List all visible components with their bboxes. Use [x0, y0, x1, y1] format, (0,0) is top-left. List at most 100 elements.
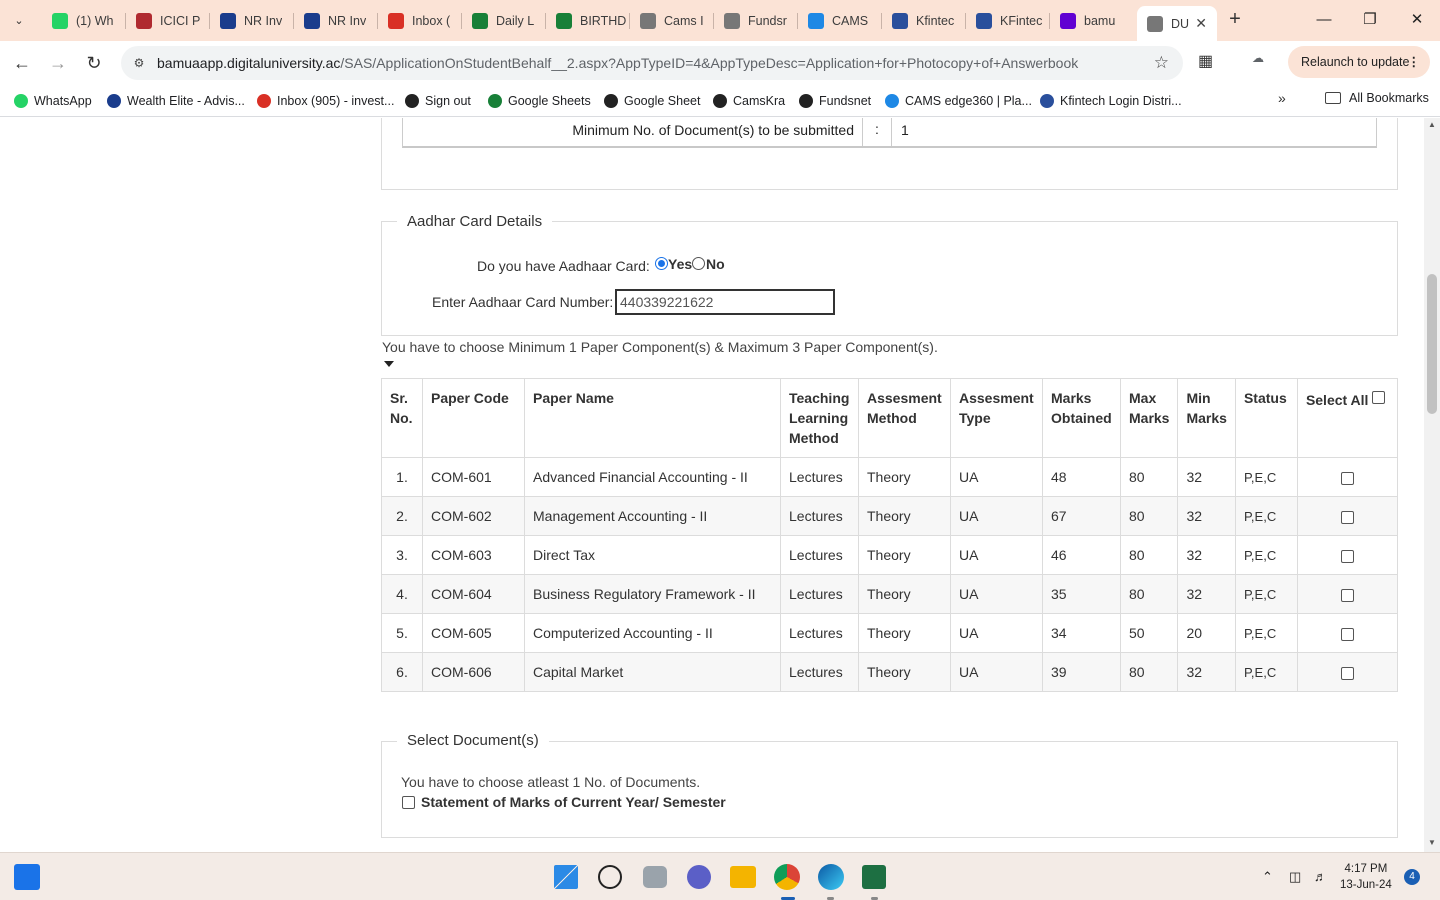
bookmark-item[interactable]: Wealth Elite - Advis...	[107, 91, 245, 111]
start-icon[interactable]	[554, 865, 578, 889]
cell-max: 80	[1119, 457, 1179, 497]
bookmark-item[interactable]: Google Sheet	[604, 91, 700, 111]
browser-tab[interactable]: Inbox (	[378, 6, 458, 35]
row-select-checkbox[interactable]	[1340, 627, 1354, 641]
browser-tab[interactable]: Kfintec	[882, 6, 962, 35]
widgets-icon[interactable]	[14, 864, 40, 890]
bookmark-item[interactable]: Kfintech Login Distri...	[1040, 91, 1182, 111]
system-clock[interactable]: 4:17 PM 13-Jun-24	[1340, 861, 1392, 893]
cell-type: UA	[950, 652, 1043, 692]
bookmark-star-icon[interactable]: ☆	[1154, 53, 1169, 73]
row-select-checkbox[interactable]	[1340, 471, 1354, 485]
paper-choose-note: You have to choose Minimum 1 Paper Compo…	[382, 339, 938, 355]
browser-tab[interactable]: BIRTHD	[546, 6, 626, 35]
relaunch-button[interactable]: Relaunch to update ⋮	[1288, 46, 1430, 78]
scroll-up-icon[interactable]: ▲	[1428, 120, 1436, 129]
browser-tab[interactable]: bamu	[1050, 6, 1130, 35]
table-row: 3. COM-603 Direct Tax Lectures Theory UA 46 80 3…	[381, 535, 1399, 575]
forward-button[interactable]: →	[46, 51, 70, 75]
aadhar-no-radio[interactable]	[692, 257, 705, 270]
network-icon[interactable]: ◫	[1289, 869, 1301, 885]
document-label: Statement of Marks of Current Year/ Seme…	[421, 794, 726, 810]
bookmark-item[interactable]: WhatsApp	[14, 91, 92, 111]
documents-note: You have to choose atleast 1 No. of Docu…	[401, 774, 701, 790]
tab-close-icon[interactable]: ✕	[1195, 15, 1207, 32]
select-all-checkbox[interactable]	[1372, 391, 1386, 404]
excel-icon[interactable]	[862, 865, 886, 889]
row-select-checkbox[interactable]	[1340, 549, 1354, 563]
tab-label: Inbox (	[412, 13, 451, 28]
tab-label: ICICI P	[160, 13, 201, 28]
arrow-right-icon: →	[49, 53, 67, 73]
browser-tab[interactable]: NR Inv	[210, 6, 290, 35]
profile-icon[interactable]: ☁	[1252, 51, 1274, 69]
restore-button[interactable]: ❐	[1358, 8, 1382, 32]
browser-tab[interactable]: Cams I	[630, 6, 710, 35]
browser-tab[interactable]: DU ✕	[1137, 6, 1217, 41]
bookmark-item[interactable]: Inbox (905) - invest...	[257, 91, 394, 111]
tab-search-button[interactable]: ⌄	[8, 9, 30, 31]
file-explorer-icon[interactable]	[730, 866, 756, 888]
cell-sr: 6.	[381, 652, 423, 692]
page-content: Minimum No. of Document(s) to be submitt…	[0, 118, 1424, 852]
task-view-icon[interactable]	[643, 866, 667, 888]
cell-type: UA	[950, 574, 1043, 614]
bookmark-item[interactable]: CAMS edge360 | Pla...	[885, 91, 1032, 111]
back-button[interactable]: ←	[10, 51, 34, 75]
scroll-down-icon[interactable]: ▼	[1428, 838, 1436, 847]
browser-tab[interactable]: Daily L	[462, 6, 542, 35]
address-bar[interactable]: ⚙ bamuaapp.digitaluniversity.ac/SAS/Appl…	[121, 46, 1183, 80]
row-select-checkbox[interactable]	[1340, 510, 1354, 524]
scrollbar-thumb[interactable]	[1427, 274, 1437, 414]
minimize-button[interactable]: —	[1312, 8, 1336, 32]
row-select-checkbox[interactable]	[1340, 588, 1354, 602]
page-scrollbar[interactable]: ▲ ▼	[1424, 118, 1440, 852]
new-tab-button[interactable]: +	[1224, 9, 1246, 31]
extensions-icon[interactable]: ▦	[1198, 51, 1213, 71]
edge-icon[interactable]	[818, 864, 844, 890]
browser-tab[interactable]: (1) Wh	[42, 6, 122, 35]
more-bookmarks-icon[interactable]: »	[1278, 90, 1286, 106]
browser-tab[interactable]: Fundsr	[714, 6, 794, 35]
bookmark-label: Kfintech Login Distri...	[1060, 94, 1182, 108]
col-sr-no: Sr. No.	[381, 378, 423, 458]
yahoo-icon	[1060, 12, 1076, 29]
close-window-button[interactable]: ✕	[1405, 8, 1429, 32]
bookmark-item[interactable]: Sign out	[405, 91, 471, 111]
site-info-icon[interactable]: ⚙	[130, 54, 148, 72]
volume-icon[interactable]: ♬	[1314, 869, 1327, 884]
cams-icon	[808, 12, 824, 29]
aadhar-yes-label[interactable]: Yes	[668, 256, 692, 272]
reload-button[interactable]: ↻	[82, 51, 106, 75]
bookmark-item[interactable]: CamsKra	[713, 91, 785, 111]
aadhar-no-label[interactable]: No	[706, 256, 725, 272]
browser-tab[interactable]: ICICI P	[126, 6, 206, 35]
more-menu-icon[interactable]: ⋮	[1408, 46, 1421, 78]
table-row: 6. COM-606 Capital Market Lectures Theory UA 3…	[381, 652, 1399, 692]
all-bookmarks-button[interactable]: All Bookmarks	[1325, 91, 1429, 105]
aadhar-yes-radio[interactable]	[655, 257, 668, 270]
collapse-caret-icon[interactable]	[384, 361, 394, 367]
paper-components-table: Sr. No. Paper Code Paper Name Teaching L…	[381, 378, 1399, 692]
document-option[interactable]: Statement of Marks of Current Year/ Seme…	[402, 794, 726, 810]
teams-chat-icon[interactable]	[687, 865, 711, 889]
tab-label: (1) Wh	[76, 13, 114, 28]
gmail-icon	[388, 12, 404, 29]
cell-obtained: 34	[1042, 613, 1121, 653]
chrome-icon[interactable]	[774, 864, 800, 890]
globe-icon	[604, 94, 618, 108]
browser-tab[interactable]: KFintec	[966, 6, 1046, 35]
url-text[interactable]: bamuaapp.digitaluniversity.ac/SAS/Applic…	[157, 55, 1078, 71]
browser-tab[interactable]: NR Inv	[294, 6, 374, 35]
search-icon[interactable]	[598, 865, 622, 889]
aadhar-number-label: Enter Aadhaar Card Number:	[432, 294, 614, 310]
cell-teaching: Lectures	[780, 574, 859, 614]
row-select-checkbox[interactable]	[1340, 666, 1354, 680]
browser-tab[interactable]: CAMS	[798, 6, 878, 35]
document-checkbox[interactable]	[402, 795, 415, 809]
tray-chevron-up-icon[interactable]: ⌃	[1262, 869, 1273, 885]
notification-badge[interactable]: 4	[1404, 869, 1420, 885]
bookmark-item[interactable]: Google Sheets	[488, 91, 591, 111]
bookmark-item[interactable]: Fundsnet	[799, 91, 871, 111]
aadhar-number-input[interactable]	[615, 289, 835, 315]
